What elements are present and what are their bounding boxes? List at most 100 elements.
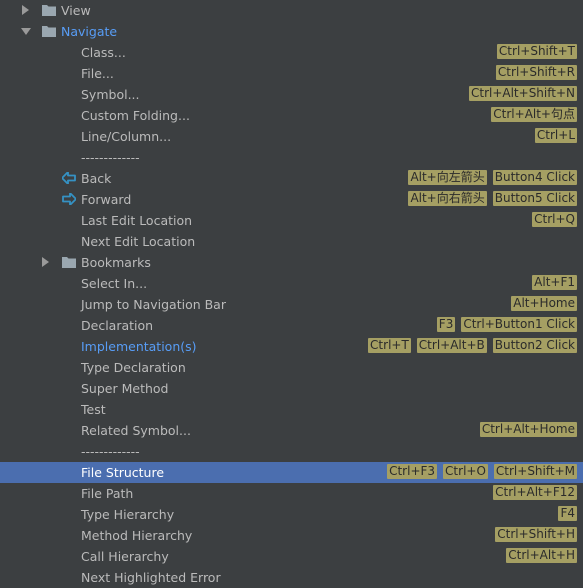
tree-row-label: File... [81, 66, 114, 81]
tree-row-method-hierarchy[interactable]: Method Hierarchy Ctrl+Shift+H [0, 525, 583, 546]
folder-icon [42, 26, 56, 37]
tree-row-file-path[interactable]: File Path Ctrl+Alt+F12 [0, 483, 583, 504]
shortcut-badge: F4 [558, 506, 577, 521]
shortcut-badge: Alt+向右箭头 [408, 191, 487, 206]
shortcut-list: Ctrl+Shift+H [495, 527, 577, 542]
shortcut-list: Ctrl+Alt+Home [479, 422, 577, 437]
tree-row-label: Implementation(s) [81, 339, 197, 354]
shortcut-list: Ctrl+F3 Ctrl+O Ctrl+Shift+M [387, 464, 577, 479]
folder-icon [42, 5, 56, 16]
shortcut-list: Alt+向左箭头 Button4 Click [408, 170, 577, 185]
shortcut-badge: Ctrl+Shift+R [495, 65, 577, 80]
shortcut-badge: Button5 Click [492, 191, 577, 206]
tree-row-next-highlighted-error[interactable]: Next Highlighted Error [0, 567, 583, 588]
tree-row-label: Select In... [81, 276, 148, 291]
tree-row-implementation-s[interactable]: Implementation(s) Ctrl+T Ctrl+Alt+B Button2… [0, 336, 583, 357]
shortcut-badge: Ctrl+Shift+M [493, 464, 577, 479]
tree-row-label: Declaration [81, 318, 154, 333]
shortcut-badge: Ctrl+Alt+B [416, 338, 487, 353]
shortcut-list: Alt+向右箭头 Button5 Click [408, 191, 577, 206]
tree-row-type-hierarchy[interactable]: Type Hierarchy F4 [0, 504, 583, 525]
tree-row-view[interactable]: View [0, 0, 583, 21]
tree-row-custom-folding[interactable]: Custom Folding... Ctrl+Alt+句点 [0, 105, 583, 126]
folder-icon [62, 257, 76, 268]
tree-row-back[interactable]: Back Alt+向左箭头 Button4 Click [0, 168, 583, 189]
shortcut-list: Ctrl+Shift+R [495, 65, 577, 80]
shortcut-badge: Ctrl+T [368, 338, 411, 353]
tree-row-select-in[interactable]: Select In... Alt+F1 [0, 273, 583, 294]
tree-row-label: Last Edit Location [81, 213, 193, 228]
keymap-tree: View Navigate Class... Ctrl+Shift+T File..… [0, 0, 583, 588]
shortcut-list: Ctrl+Shift+T [496, 44, 577, 59]
tree-row-super-method[interactable]: Super Method [0, 378, 583, 399]
shortcut-list: Ctrl+Alt+句点 [491, 107, 577, 122]
shortcut-badge: Alt+向左箭头 [408, 170, 487, 185]
tree-row-symbol[interactable]: Symbol... Ctrl+Alt+Shift+N [0, 84, 583, 105]
shortcut-badge: Alt+Home [511, 296, 577, 311]
expand-collapsed-icon[interactable] [42, 257, 49, 267]
tree-row-label: Custom Folding... [81, 108, 190, 123]
tree-row-label: File Path [81, 486, 134, 501]
shortcut-badge: Ctrl+O [443, 464, 488, 479]
shortcut-badge: Ctrl+Q [532, 212, 577, 227]
tree-row-label: Next Edit Location [81, 234, 196, 249]
tree-row-forward[interactable]: Forward Alt+向右箭头 Button5 Click [0, 189, 583, 210]
tree-row-next-edit-location[interactable]: Next Edit Location [0, 231, 583, 252]
shortcut-badge: Ctrl+Shift+H [495, 527, 577, 542]
separator-label: ------------- [81, 150, 140, 165]
tree-row-jump-to-navigation-bar[interactable]: Jump to Navigation Bar Alt+Home [0, 294, 583, 315]
tree-row-label: Class... [81, 45, 126, 60]
tree-row-bookmarks[interactable]: Bookmarks [0, 252, 583, 273]
expand-collapsed-icon[interactable] [22, 5, 29, 15]
tree-row-label: Super Method [81, 381, 169, 396]
shortcut-badge: Ctrl+Alt+F12 [493, 485, 577, 500]
tree-separator: ------------- [0, 147, 583, 168]
tree-row-navigate[interactable]: Navigate [0, 21, 583, 42]
shortcut-list: Ctrl+Alt+F12 [493, 485, 577, 500]
tree-row-declaration[interactable]: Declaration F3 Ctrl+Button1 Click [0, 315, 583, 336]
tree-row-label: Test [81, 402, 106, 417]
tree-row-label: Call Hierarchy [81, 549, 169, 564]
shortcut-list: F3 Ctrl+Button1 Click [436, 317, 577, 332]
shortcut-badge: Ctrl+Alt+Shift+N [468, 86, 577, 101]
shortcut-badge: Ctrl+Button1 Click [461, 317, 577, 332]
shortcut-badge: Ctrl+F3 [387, 464, 438, 479]
tree-row-label: Method Hierarchy [81, 528, 193, 543]
tree-row-label: Symbol... [81, 87, 140, 102]
tree-separator: ------------- [0, 441, 583, 462]
tree-row-file-structure[interactable]: File Structure Ctrl+F3 Ctrl+O Ctrl+Shift+M [0, 462, 583, 483]
expand-open-icon[interactable] [21, 28, 31, 35]
shortcut-badge: Ctrl+Alt+Home [479, 422, 577, 437]
tree-row-related-symbol[interactable]: Related Symbol... Ctrl+Alt+Home [0, 420, 583, 441]
tree-row-label: Type Declaration [81, 360, 186, 375]
forward-arrow-icon [62, 193, 76, 205]
shortcut-badge: Button4 Click [492, 170, 577, 185]
tree-row-class[interactable]: Class... Ctrl+Shift+T [0, 42, 583, 63]
tree-row-label: Related Symbol... [81, 423, 191, 438]
tree-row-label: File Structure [81, 465, 165, 480]
shortcut-badge: F3 [436, 317, 456, 332]
back-arrow-icon [62, 172, 76, 184]
separator-label: ------------- [81, 444, 140, 459]
tree-row-call-hierarchy[interactable]: Call Hierarchy Ctrl+Alt+H [0, 546, 583, 567]
tree-row-label: Back [81, 171, 112, 186]
tree-row-line-column[interactable]: Line/Column... Ctrl+L [0, 126, 583, 147]
tree-row-label: Type Hierarchy [81, 507, 175, 522]
shortcut-badge: Ctrl+Alt+H [506, 548, 577, 563]
shortcut-list: Ctrl+L [534, 128, 577, 143]
tree-row-last-edit-location[interactable]: Last Edit Location Ctrl+Q [0, 210, 583, 231]
shortcut-list: Ctrl+Alt+H [506, 548, 577, 563]
tree-row-label: Bookmarks [81, 255, 151, 270]
shortcut-badge: Ctrl+Shift+T [496, 44, 577, 59]
tree-row-file[interactable]: File... Ctrl+Shift+R [0, 63, 583, 84]
shortcut-badge: Alt+F1 [532, 275, 577, 290]
tree-row-test[interactable]: Test [0, 399, 583, 420]
shortcut-list: Ctrl+Q [532, 212, 577, 227]
shortcut-list: Ctrl+T Ctrl+Alt+B Button2 Click [368, 338, 577, 353]
shortcut-list: Alt+F1 [532, 275, 577, 290]
shortcut-list: F4 [558, 506, 577, 521]
tree-row-label: Navigate [61, 24, 118, 39]
shortcut-badge: Ctrl+L [534, 128, 577, 143]
shortcut-list: Alt+Home [511, 296, 577, 311]
tree-row-type-declaration[interactable]: Type Declaration [0, 357, 583, 378]
